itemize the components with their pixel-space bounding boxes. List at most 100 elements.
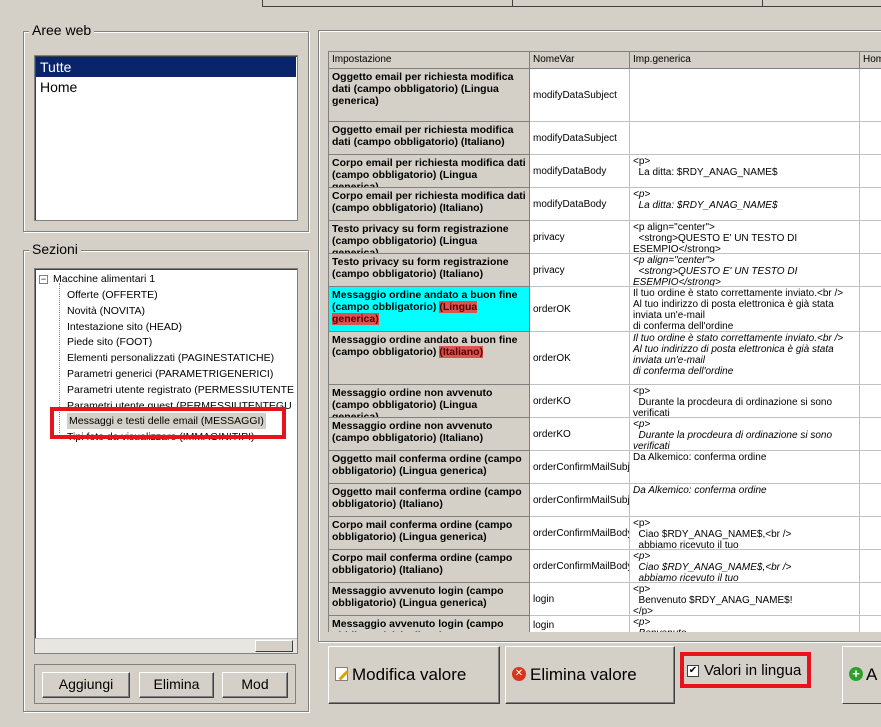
cell-home[interactable] <box>860 287 881 332</box>
aree-web-label: Aree web <box>29 22 95 38</box>
valori-in-lingua-checkbox[interactable]: ✔ Valori in lingua <box>682 656 806 686</box>
table-row[interactable]: Oggetto mail conferma ordine (campo obbl… <box>329 484 881 517</box>
cell-home[interactable] <box>860 254 881 287</box>
cell-imp-generica[interactable]: <p align="center"> <strong>QUESTO E' UN … <box>630 254 860 287</box>
table-row[interactable]: Corpo mail conferma ordine (campo obblig… <box>329 517 881 550</box>
cell-impostazione: Messaggio ordine andato a buon fine (cam… <box>329 332 530 385</box>
cell-imp-generica[interactable]: <p> Ciao $RDY_ANAG_NAME$,<br /> abbiamo … <box>630 517 860 550</box>
aggiungi-button[interactable]: Aggiungi <box>42 672 130 698</box>
cell-home[interactable] <box>860 332 881 385</box>
cell-home[interactable] <box>860 451 881 484</box>
cell-home[interactable] <box>860 550 881 583</box>
cell-home[interactable] <box>860 418 881 451</box>
top-tab-3[interactable] <box>762 0 881 7</box>
cell-home[interactable] <box>860 517 881 550</box>
cell-home[interactable] <box>860 385 881 418</box>
cell-imp-generica[interactable]: Il tuo ordine è stato correttamente invi… <box>630 332 860 385</box>
elimina-button[interactable]: Elimina <box>139 672 214 698</box>
tree-item[interactable]: Tipi foto da visualizzare (IMMAGINITIPI) <box>67 429 255 445</box>
cell-home[interactable] <box>860 583 881 616</box>
header-nomevar[interactable]: NomeVar <box>530 52 630 69</box>
cell-home[interactable] <box>860 69 881 122</box>
tree-item[interactable]: Offerte (OFFERTE) <box>67 287 158 303</box>
cell-nomevar: orderOK <box>530 332 630 385</box>
cell-imp-generica[interactable]: <p> La ditta: $RDY_ANAG_NAME$ <box>630 155 860 188</box>
tree-item[interactable]: Novità (NOVITA) <box>67 303 145 319</box>
aree-item[interactable]: Tutte <box>36 57 296 77</box>
table-row[interactable]: Oggetto email per richiesta modifica dat… <box>329 69 881 122</box>
cell-nomevar: orderConfirmMailBody <box>530 550 630 583</box>
cell-imp-generica[interactable]: <p> Durante la procdeura di ordinazione … <box>630 418 860 451</box>
top-tab-1[interactable] <box>262 0 512 7</box>
top-tab-2[interactable] <box>512 0 762 7</box>
cell-home[interactable] <box>860 484 881 517</box>
table-row[interactable]: Messaggio ordine andato a buon fine (cam… <box>329 332 881 385</box>
tree-item[interactable]: Parametri generici (PARAMETRIGENERICI) <box>67 366 273 382</box>
cell-nomevar: privacy <box>530 254 630 287</box>
cell-impostazione: Messaggio avvenuto login (campo obbligat… <box>329 616 530 632</box>
cell-nomevar: modifyDataSubject <box>530 122 630 155</box>
aggiungi-valore-button[interactable]: + A <box>842 646 881 704</box>
language-tag-highlight: (Italiano) <box>439 346 484 358</box>
cell-impostazione: Corpo mail conferma ordine (campo obblig… <box>329 517 530 550</box>
modifica-valore-label: Modifica valore <box>352 665 467 684</box>
cell-impostazione: Messaggio ordine non avvenuto (campo obb… <box>329 385 530 418</box>
cell-home[interactable] <box>860 155 881 188</box>
modifica-valore-button[interactable]: Modifica valore <box>328 646 500 704</box>
table-row[interactable]: Testo privacy su form registrazione (cam… <box>329 254 881 287</box>
tree-horizontal-scrollbar[interactable] <box>35 638 297 653</box>
table-row[interactable]: Testo privacy su form registrazione (cam… <box>329 221 881 254</box>
scrollbar-thumb[interactable] <box>255 640 293 652</box>
tree-item[interactable]: Parametri utente registrato (PERMESSIUTE… <box>67 382 294 398</box>
tree-item[interactable]: Piede sito (FOOT) <box>67 334 152 350</box>
aree-item[interactable]: Home <box>36 77 296 97</box>
sezioni-tree[interactable]: − Macchine alimentari 1 Offerte (OFFERTE) N… <box>34 268 298 654</box>
table-row[interactable]: Oggetto mail conferma ordine (campo obbl… <box>329 451 881 484</box>
tree-item[interactable]: Elementi personalizzati (PAGINESTATICHE) <box>67 350 274 366</box>
table-row[interactable]: Messaggio ordine non avvenuto (campo obb… <box>329 385 881 418</box>
table-row[interactable]: Oggetto email per richiesta modifica dat… <box>329 122 881 155</box>
header-imp-generica[interactable]: Imp.generica <box>630 52 860 69</box>
tree-root[interactable]: − Macchine alimentari 1 <box>39 271 155 287</box>
table-row[interactable]: Messaggio ordine andato a buon fine (cam… <box>329 287 881 332</box>
header-impostazione[interactable]: Impostazione <box>329 52 530 69</box>
cell-home[interactable] <box>860 188 881 221</box>
table-row[interactable]: Corpo mail conferma ordine (campo obblig… <box>329 550 881 583</box>
cell-imp-generica[interactable]: <p> La ditta: $RDY_ANAG_NAME$ <box>630 188 860 221</box>
tree-item[interactable]: Parametri utente guest (PERMESSIUTENTEGU <box>67 398 292 414</box>
cell-imp-generica[interactable]: Il tuo ordine è stato correttamente invi… <box>630 287 860 332</box>
cell-impostazione: Corpo mail conferma ordine (campo obblig… <box>329 550 530 583</box>
aree-web-listbox[interactable]: Tutte Home <box>34 55 298 221</box>
edit-icon <box>335 666 349 681</box>
table-row[interactable]: Corpo email per richiesta modifica dati … <box>329 155 881 188</box>
cell-home[interactable] <box>860 221 881 254</box>
cell-nomevar: orderKO <box>530 418 630 451</box>
elimina-valore-label: Elimina valore <box>530 665 637 684</box>
cell-home[interactable] <box>860 616 881 632</box>
cell-imp-generica[interactable]: <p> Ciao $RDY_ANAG_NAME$,<br /> abbiamo … <box>630 550 860 583</box>
elimina-valore-button[interactable]: ✕ Elimina valore <box>505 646 675 704</box>
cell-nomevar: privacy <box>530 221 630 254</box>
tree-item[interactable]: Messaggi e testi delle email (MESSAGGI) <box>67 413 266 430</box>
cell-home[interactable] <box>860 122 881 155</box>
cell-imp-generica[interactable]: <p> Durante la procdeura di ordinazione … <box>630 385 860 418</box>
mod-button[interactable]: Mod <box>222 672 288 698</box>
table-row[interactable]: Messaggio avvenuto login (campo obbligat… <box>329 616 881 632</box>
table-row[interactable]: Messaggio ordine non avvenuto (campo obb… <box>329 418 881 451</box>
cell-imp-generica[interactable]: Da Alkemico: conferma ordine <box>630 484 860 517</box>
cell-imp-generica[interactable] <box>630 69 860 122</box>
cell-imp-generica[interactable]: <p align="center"> <strong>QUESTO E' UN … <box>630 221 860 254</box>
cell-impostazione: Corpo email per richiesta modifica dati … <box>329 155 530 188</box>
cell-imp-generica[interactable] <box>630 122 860 155</box>
header-home[interactable]: Hom <box>860 52 881 69</box>
settings-grid[interactable]: Impostazione NomeVar Imp.generica Hom Og… <box>328 51 881 632</box>
collapse-icon[interactable]: − <box>39 274 48 284</box>
tree-item[interactable]: Intestazione sito (HEAD) <box>67 319 182 335</box>
table-row[interactable]: Messaggio avvenuto login (campo obbligat… <box>329 583 881 616</box>
cell-impostazione: Messaggio avvenuto login (campo obbligat… <box>329 583 530 616</box>
cell-imp-generica[interactable]: Da Alkemico: conferma ordine <box>630 451 860 484</box>
table-row[interactable]: Corpo email per richiesta modifica dati … <box>329 188 881 221</box>
checkbox-box[interactable]: ✔ <box>687 665 699 678</box>
cell-imp-generica[interactable]: <p> Benvenuto <box>630 616 860 632</box>
cell-imp-generica[interactable]: <p> Benvenuto $RDY_ANAG_NAME$! </p> <box>630 583 860 616</box>
